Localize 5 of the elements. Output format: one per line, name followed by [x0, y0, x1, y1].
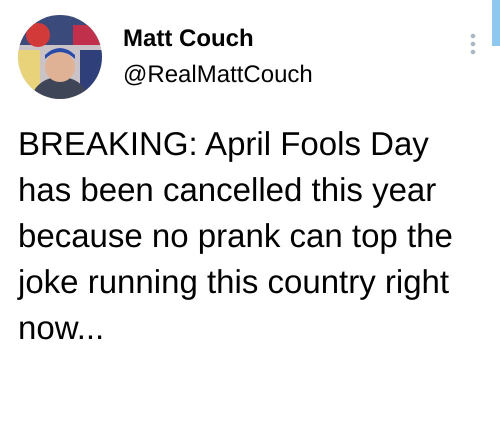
- author-name: Matt Couch: [123, 24, 255, 54]
- tweet-text: BREAKING: April Fools Day has been cancelled this year because no prank can top the joke running this country right now...: [18, 124, 454, 348]
- edge-bar: [492, 0, 500, 46]
- author-handle: @RealMattCouch: [123, 60, 314, 90]
- more-icon[interactable]: [470, 33, 476, 55]
